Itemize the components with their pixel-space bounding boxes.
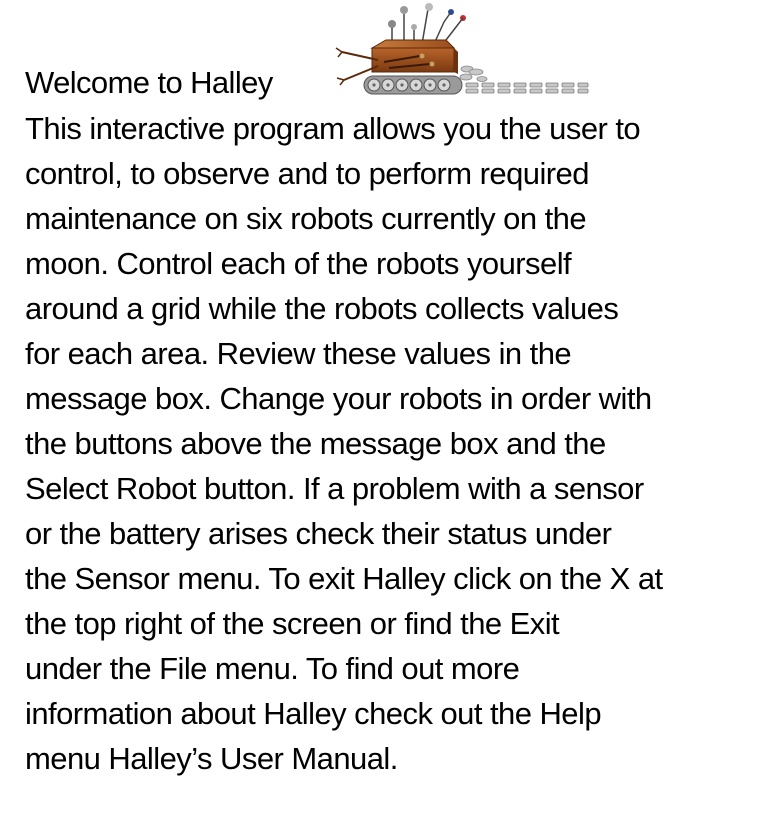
paragraph-line: control, to observe and to perform requi… [25,156,590,191]
page-title: Welcome to Halley [25,65,273,100]
paragraph-line: maintenance on six robots currently on t… [25,201,587,236]
paragraph-line: moon. Control each of the robots yoursel… [25,246,572,281]
paragraph-line: This interactive program allows you the … [25,111,641,146]
paragraph-line: the top right of the screen or find the … [25,606,560,641]
paragraph-line: under the File menu. To find out more [25,651,520,686]
paragraph-line: message box. Change your robots in order… [25,381,652,416]
paragraph-line: or the battery arises check their status… [25,516,612,551]
paragraph-line: Select Robot button. If a problem with a… [25,471,644,506]
welcome-page: Welcome to Halley This interactive progr… [0,0,784,815]
paragraph-line: information about Halley check out the H… [25,696,602,731]
title-row: Welcome to Halley [25,60,273,105]
paragraph-line: menu Halley’s User Manual. [25,741,398,776]
paragraph-line: the Sensor menu. To exit Halley click on… [25,561,663,596]
paragraph-line: for each area. Review these values in th… [25,336,572,371]
paragraph-line: around a grid while the robots collects … [25,291,619,326]
welcome-paragraph: This interactive program allows you the … [25,106,765,781]
robot-rover-icon [335,3,589,95]
paragraph-line: the buttons above the message box and th… [25,426,606,461]
